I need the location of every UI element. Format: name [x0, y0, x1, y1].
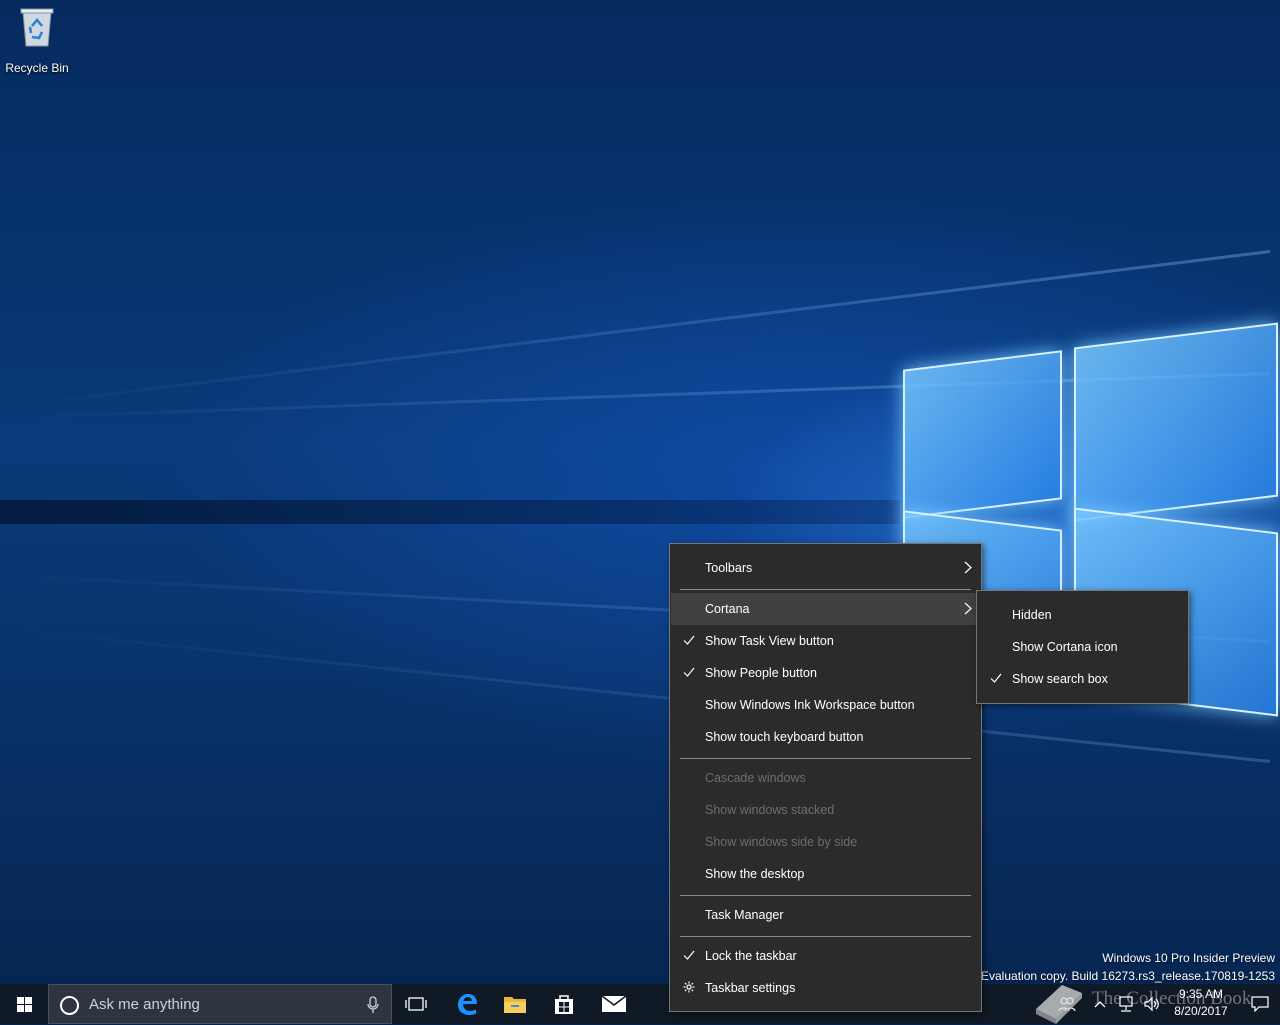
desktop-wallpaper[interactable] — [0, 0, 1280, 984]
watermark-edition: Windows 10 Pro Insider Preview — [1102, 951, 1275, 965]
store-icon — [555, 995, 573, 1014]
menu-item-show-ink-workspace[interactable]: Show Windows Ink Workspace button — [671, 689, 980, 721]
collection-book-overlay: The Collection Book — [1032, 979, 1280, 1024]
menu-item-show-windows-side-by-side: Show windows side by side — [671, 826, 980, 858]
light-beam — [0, 500, 900, 524]
menu-separator — [680, 895, 971, 896]
recycle-bin-shortcut[interactable]: Recycle Bin — [4, 6, 70, 75]
menu-item-label: Task Manager — [705, 908, 784, 922]
recycle-bin-icon — [20, 8, 54, 47]
submenu-item-show-cortana-icon[interactable]: Show Cortana icon — [978, 631, 1187, 663]
menu-item-task-manager[interactable]: Task Manager — [671, 899, 980, 931]
submenu-item-hidden[interactable]: Hidden — [978, 599, 1187, 631]
menu-item-label: Show touch keyboard button — [705, 730, 864, 744]
taskbar-context-menu: Toolbars Cortana Show Task View button S… — [669, 543, 982, 1012]
microphone-icon[interactable] — [367, 996, 379, 1014]
windows-logo-pane — [1074, 322, 1278, 522]
menu-separator — [680, 758, 971, 759]
checkmark-icon — [683, 667, 695, 677]
menu-item-toolbars[interactable]: Toolbars — [671, 552, 980, 584]
menu-item-label: Cortana — [705, 602, 750, 616]
menu-item-show-windows-stacked: Show windows stacked — [671, 794, 980, 826]
file-explorer-button[interactable] — [491, 984, 539, 1024]
task-view-icon — [405, 997, 427, 1011]
menu-item-label: Hidden — [1012, 608, 1052, 622]
edge-button[interactable] — [443, 984, 491, 1024]
chevron-right-icon — [964, 602, 972, 615]
menu-item-label: Toolbars — [705, 561, 753, 575]
menu-item-label: Taskbar settings — [705, 981, 796, 995]
cortana-submenu: Hidden Show Cortana icon Show search box — [976, 590, 1189, 704]
edge-icon — [458, 994, 477, 1015]
checkmark-icon — [990, 673, 1002, 683]
store-button[interactable] — [540, 984, 588, 1024]
menu-item-show-task-view[interactable]: Show Task View button — [671, 625, 980, 657]
menu-separator — [680, 589, 971, 590]
search-placeholder: Ask me anything — [89, 996, 200, 1013]
file-explorer-icon — [504, 997, 526, 1013]
checkmark-icon — [683, 635, 695, 645]
chevron-right-icon — [964, 561, 972, 574]
menu-item-label: Show Task View button — [705, 634, 834, 648]
menu-item-label: Show People button — [705, 666, 817, 680]
mail-button[interactable] — [590, 984, 638, 1024]
menu-item-lock-taskbar[interactable]: Lock the taskbar — [671, 940, 980, 972]
menu-separator — [680, 936, 971, 937]
recycle-bin-label: Recycle Bin — [5, 61, 69, 75]
cortana-search-box[interactable]: Ask me anything — [48, 984, 392, 1024]
menu-item-label: Show search box — [1012, 672, 1108, 686]
cortana-icon — [60, 996, 79, 1015]
mail-icon — [601, 995, 627, 1012]
menu-item-label: Cascade windows — [705, 771, 806, 785]
windows-logo-pane — [903, 350, 1062, 519]
menu-item-label: Show the desktop — [705, 867, 805, 881]
menu-item-show-people[interactable]: Show People button — [671, 657, 980, 689]
task-view-button[interactable] — [392, 984, 440, 1024]
menu-item-label: Show Cortana icon — [1012, 640, 1118, 654]
menu-item-cortana[interactable]: Cortana — [671, 593, 980, 625]
collection-book-text: The Collection Book — [1092, 988, 1252, 1009]
menu-item-label: Lock the taskbar — [705, 949, 797, 963]
menu-item-taskbar-settings[interactable]: Taskbar settings — [671, 972, 980, 1004]
menu-item-cascade-windows: Cascade windows — [671, 762, 980, 794]
menu-item-show-desktop[interactable]: Show the desktop — [671, 858, 980, 890]
gear-icon — [683, 981, 695, 993]
start-button[interactable] — [0, 984, 48, 1024]
menu-item-label: Show Windows Ink Workspace button — [705, 698, 915, 712]
submenu-item-show-search-box[interactable]: Show search box — [978, 663, 1187, 695]
checkmark-icon — [683, 950, 695, 960]
menu-item-label: Show windows stacked — [705, 803, 835, 817]
menu-item-show-touch-keyboard[interactable]: Show touch keyboard button — [671, 721, 980, 753]
book-icon — [1036, 985, 1082, 1024]
menu-item-label: Show windows side by side — [705, 835, 858, 849]
